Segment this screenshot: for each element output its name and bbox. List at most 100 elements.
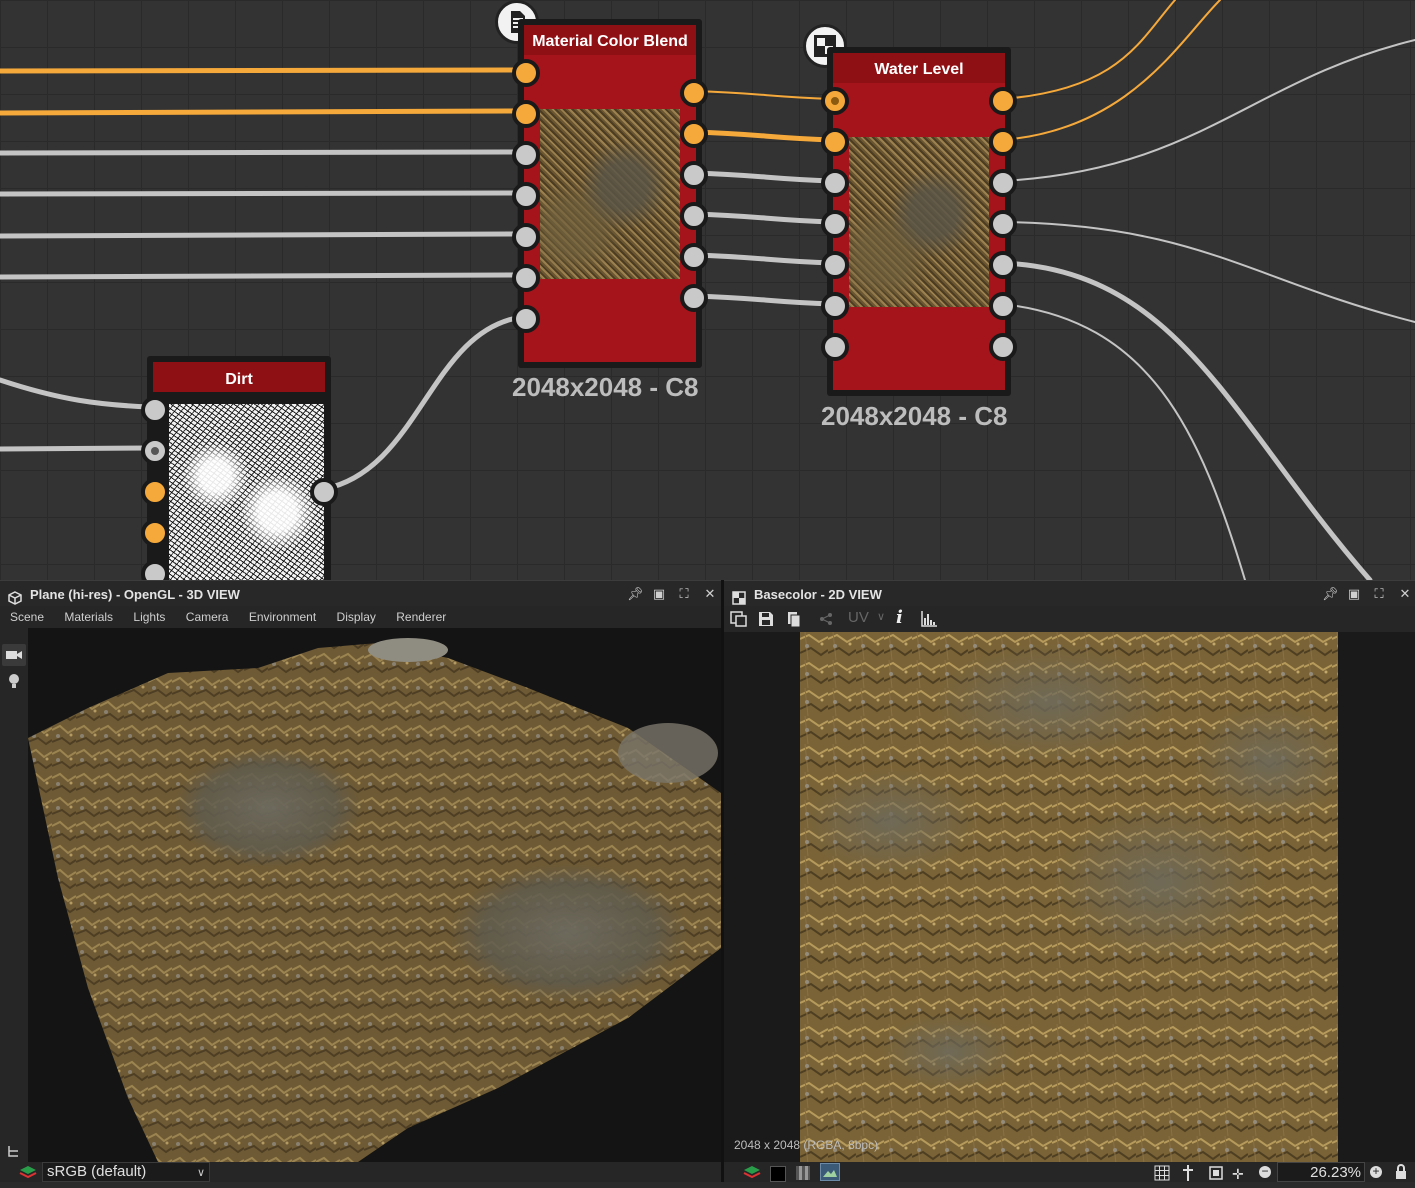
output-port[interactable] <box>989 210 1017 238</box>
copy-image-icon[interactable] <box>730 611 748 632</box>
menu-display[interactable]: Display <box>337 610 376 624</box>
wire-wl-out-5 <box>999 260 1373 580</box>
mask-input-port[interactable] <box>512 305 540 333</box>
histogram-icon[interactable] <box>920 611 938 632</box>
output-port[interactable] <box>989 251 1017 279</box>
output-port[interactable] <box>680 243 708 271</box>
output-port[interactable] <box>680 120 708 148</box>
3d-viewport[interactable] <box>28 628 721 1162</box>
lock-icon[interactable] <box>1394 1164 1408 1186</box>
image-view-icon[interactable] <box>820 1163 840 1181</box>
node-thumbnail <box>169 404 324 580</box>
viewport-toolbar <box>0 628 28 1162</box>
colorspace-select[interactable]: sRGB (default) ∨ <box>42 1162 210 1182</box>
panel-3d-view: Plane (hi-res) - OpenGL - 3D VIEW 📌︎ ▣ ⛶… <box>0 580 721 1182</box>
wire-mcb-wl-2 <box>691 129 835 143</box>
output-port[interactable] <box>989 169 1017 197</box>
node-graph[interactable]: Material Color Blend 2048x2048 - C8 Wate… <box>0 0 1415 580</box>
close-icon[interactable]: ✕ <box>703 587 717 601</box>
input-port[interactable] <box>512 59 540 87</box>
pan-icon[interactable]: ✛ <box>1232 1164 1244 1184</box>
input-port[interactable] <box>821 292 849 320</box>
node-title: Dirt <box>153 362 325 392</box>
input-port[interactable] <box>821 210 849 238</box>
menu-lights[interactable]: Lights <box>133 610 165 624</box>
terrain-plane <box>28 638 721 1162</box>
menu-materials[interactable]: Materials <box>64 610 113 624</box>
output-port[interactable] <box>989 292 1017 320</box>
output-port[interactable] <box>989 128 1017 156</box>
output-port[interactable] <box>310 478 338 506</box>
2d-viewport[interactable]: 2048 x 2048 (RGBA, 8bpc) <box>724 632 1415 1162</box>
wire-wl-out-6 <box>1001 303 1246 580</box>
menu-scene[interactable]: Scene <box>10 610 44 624</box>
output-port[interactable] <box>680 202 708 230</box>
zoom-field[interactable]: 26.23% <box>1277 1162 1365 1182</box>
input-port[interactable] <box>512 100 540 128</box>
input-port[interactable] <box>512 182 540 210</box>
zoom-in-icon[interactable]: + <box>1370 1165 1382 1178</box>
maximize-icon[interactable]: ⛶ <box>677 587 691 601</box>
colorspace-value: sRGB (default) <box>47 1163 147 1180</box>
input-port[interactable] <box>821 87 849 115</box>
fit-view-icon[interactable] <box>1208 1165 1224 1187</box>
grid-icon[interactable] <box>1154 1165 1170 1187</box>
checker-background-icon[interactable] <box>796 1166 810 1180</box>
close-icon[interactable]: ✕ <box>1398 587 1412 601</box>
uv-toggle[interactable]: UV <box>848 609 869 626</box>
wire-mcb-wl-1 <box>693 90 833 100</box>
maximize-icon[interactable]: ⛶ <box>1372 587 1386 601</box>
input-port[interactable] <box>141 519 169 547</box>
pin-icon[interactable]: 📌︎ <box>1322 587 1339 601</box>
panel-titlebar: Basecolor - 2D VIEW 📌︎ ▣ ⛶ ✕ <box>724 580 1415 607</box>
input-port[interactable] <box>141 478 169 506</box>
output-port[interactable] <box>989 333 1017 361</box>
panel-title: Basecolor - 2D VIEW <box>754 587 882 602</box>
input-port[interactable] <box>141 437 169 465</box>
clipboard-icon[interactable] <box>786 611 802 632</box>
layers-icon[interactable] <box>18 1164 38 1186</box>
output-port[interactable] <box>680 79 708 107</box>
node-water-level[interactable]: Water Level <box>821 47 1017 396</box>
hierarchy-icon[interactable] <box>6 1144 22 1158</box>
input-port[interactable] <box>141 560 169 580</box>
zoom-out-icon[interactable]: − <box>1259 1165 1271 1178</box>
status-bar: sRGB (default) ∨ <box>0 1162 721 1182</box>
input-port[interactable] <box>512 141 540 169</box>
output-port[interactable] <box>680 284 708 312</box>
input-port[interactable] <box>141 396 169 424</box>
info-icon[interactable]: i <box>896 607 903 628</box>
wire-orange-1 <box>0 67 525 74</box>
chevron-down-icon[interactable]: ∨ <box>877 610 885 623</box>
float-icon[interactable]: ▣ <box>1347 587 1361 601</box>
node-material-color-blend[interactable]: Material Color Blend <box>512 19 708 368</box>
float-icon[interactable]: ▣ <box>652 587 666 601</box>
menu-environment[interactable]: Environment <box>249 610 316 624</box>
input-port[interactable] <box>512 264 540 292</box>
pin-icon[interactable]: 📌︎ <box>627 587 644 601</box>
layers-icon[interactable] <box>742 1164 762 1186</box>
node-dirt[interactable]: Dirt <box>141 356 338 580</box>
output-port[interactable] <box>680 161 708 189</box>
input-port[interactable] <box>821 169 849 197</box>
light-bulb-icon[interactable] <box>2 670 26 692</box>
black-background-swatch[interactable] <box>770 1166 786 1182</box>
pivot-icon[interactable] <box>1180 1164 1196 1188</box>
wire-grey-2 <box>0 190 525 197</box>
menu-bar: Scene Materials Lights Camera Environmen… <box>0 606 721 628</box>
input-port[interactable] <box>821 333 849 361</box>
input-port[interactable] <box>821 128 849 156</box>
node-thumbnail <box>540 109 680 279</box>
wire-dirt-mask <box>321 314 525 492</box>
input-port[interactable] <box>512 223 540 251</box>
basecolor-texture <box>800 632 1338 1162</box>
node-title: Material Color Blend <box>524 25 696 55</box>
output-port[interactable] <box>989 87 1017 115</box>
camera-icon[interactable] <box>2 644 26 666</box>
share-icon[interactable] <box>818 611 834 632</box>
save-icon[interactable] <box>758 611 774 632</box>
menu-camera[interactable]: Camera <box>186 610 229 624</box>
input-port[interactable] <box>821 251 849 279</box>
menu-renderer[interactable]: Renderer <box>396 610 446 624</box>
wire-mcb-wl-4 <box>691 211 835 225</box>
